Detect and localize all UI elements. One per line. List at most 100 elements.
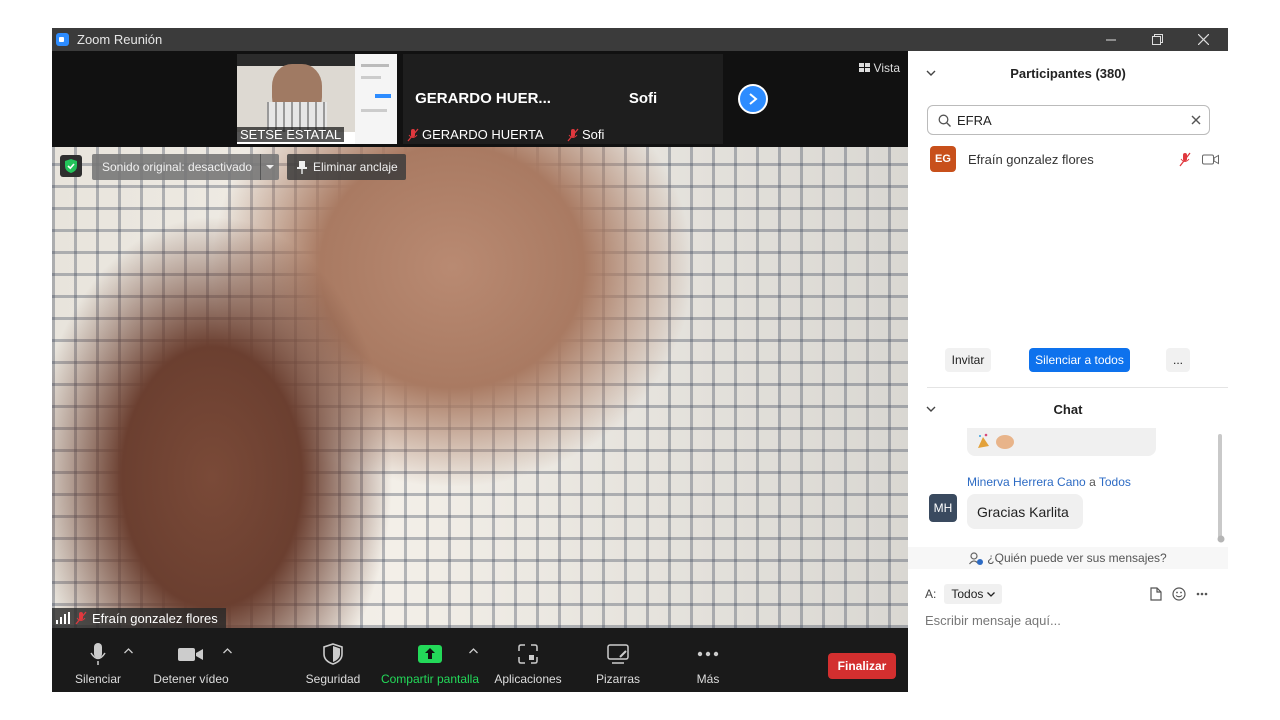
whiteboards-button[interactable]: Pizarras (588, 628, 648, 692)
shared-screen-preview (237, 54, 355, 132)
whiteboard-icon (607, 644, 629, 664)
recipient-select[interactable]: Todos (944, 584, 1003, 604)
thumbnail-name: Sofi (582, 127, 605, 142)
participant-row[interactable]: EG Efraín gonzalez flores (930, 146, 1220, 172)
celebration-emoji-icon (978, 433, 1014, 449)
file-icon[interactable] (1150, 587, 1162, 601)
window-title: Zoom Reunión (77, 32, 163, 47)
thumbnail-display-name: Sofi (628, 90, 658, 107)
zoom-app-icon (56, 33, 69, 46)
thumbnail-sofi[interactable]: Sofi Sofi (563, 54, 723, 144)
unpin-label: Eliminar anclaje (313, 160, 398, 174)
chevron-up-icon (124, 648, 133, 654)
original-sound-label: Sonido original: desactivado (102, 160, 253, 174)
participants-title: Participantes (380) (1010, 65, 1126, 81)
thumbnail-gerardo-huerta[interactable]: GERARDO HUER... GERARDO HUERTA (403, 54, 563, 144)
recipient-row: A: Todos (925, 583, 1215, 605)
chevron-down-icon (266, 164, 274, 169)
chevron-up-icon (469, 648, 478, 654)
collapse-chat-button[interactable] (926, 403, 936, 415)
meeting-toolbar: Silenciar Detener vídeo Seguridad Compar… (52, 628, 908, 692)
stop-video-button[interactable]: Detener vídeo (150, 628, 232, 692)
apps-label: Aplicaciones (494, 672, 562, 686)
recipient-value: Todos (951, 587, 984, 601)
more-dots-icon (697, 651, 719, 657)
share-options-caret[interactable] (469, 646, 478, 657)
avatar: MH (929, 494, 957, 522)
muted-mic-icon (75, 611, 87, 625)
mute-all-button[interactable]: Silenciar a todos (1029, 348, 1130, 372)
participants-more-button[interactable]: ... (1166, 348, 1190, 372)
close-icon (1191, 115, 1201, 125)
original-sound-dropdown[interactable] (260, 154, 279, 180)
collapse-participants-button[interactable] (926, 67, 936, 79)
video-camera-icon[interactable] (1202, 154, 1219, 165)
person-info-icon (969, 551, 984, 565)
shield-check-icon (65, 159, 77, 173)
signal-strength-icon (56, 612, 70, 624)
participants-header: Participantes (380) (908, 51, 1228, 95)
video-area: SETSE ESTATAL GERARDO HUER... GERARDO HU… (52, 51, 908, 692)
thumbnail-name: SETSE ESTATAL (240, 127, 342, 142)
shield-icon (323, 643, 343, 665)
more-button[interactable]: Más (680, 628, 736, 692)
speaker-name-tag: Efraín gonzalez flores (52, 608, 226, 628)
restore-icon (1151, 34, 1163, 45)
emoji-icon[interactable] (1172, 587, 1186, 601)
pin-icon (297, 160, 307, 174)
video-options-caret[interactable] (223, 646, 232, 657)
share-screen-button[interactable]: Compartir pantalla (378, 628, 482, 692)
panel-divider (927, 387, 1228, 388)
end-meeting-button[interactable]: Finalizar (828, 653, 896, 679)
mute-label: Silenciar (74, 672, 122, 686)
muted-mic-icon (567, 128, 579, 141)
close-window-button[interactable] (1180, 28, 1226, 51)
whiteboards-label: Pizarras (595, 672, 640, 686)
message-recipient[interactable]: Todos (1099, 475, 1131, 489)
chevron-down-icon (926, 406, 936, 412)
more-dots-icon[interactable] (1196, 592, 1208, 596)
share-screen-label: Compartir pantalla (380, 672, 480, 686)
security-button[interactable]: Seguridad (302, 628, 364, 692)
chat-message-input[interactable]: Escribir mensaje aquí... (925, 613, 1215, 628)
participants-actions: Invitar Silenciar a todos ... (908, 348, 1228, 374)
view-button[interactable]: Vista (858, 61, 900, 75)
participant-name: Efraín gonzalez flores (968, 151, 1094, 167)
original-sound-toggle[interactable]: Sonido original: desactivado (92, 154, 279, 180)
view-label: Vista (873, 61, 900, 75)
search-icon (938, 114, 951, 127)
more-label: Más (696, 672, 720, 686)
scrollbar-thumb-icon (1217, 535, 1225, 543)
video-camera-icon (178, 648, 203, 661)
side-panel: Participantes (380) EG Efraín gonzalez f… (908, 51, 1228, 692)
thumbnail-strip: SETSE ESTATAL GERARDO HUER... GERARDO HU… (52, 51, 908, 147)
restore-button[interactable] (1134, 28, 1180, 51)
message-sender[interactable]: Minerva Herrera Cano (967, 475, 1086, 489)
security-shield-badge[interactable] (60, 155, 82, 177)
thumbnail-display-name: GERARDO HUER... (415, 90, 551, 107)
next-page-button[interactable] (738, 84, 768, 114)
minimize-icon (1106, 39, 1116, 40)
unpin-button[interactable]: Eliminar anclaje (287, 154, 406, 180)
participant-search-box (927, 105, 1210, 135)
chevron-down-icon (987, 591, 996, 597)
share-screen-icon (418, 645, 442, 663)
clear-search-button[interactable] (1191, 112, 1201, 128)
chat-message-bubble: Gracias Karlita (967, 494, 1083, 529)
apps-button[interactable]: Aplicaciones (490, 628, 566, 692)
muted-mic-icon[interactable] (1179, 152, 1191, 167)
minimize-button[interactable] (1088, 28, 1134, 51)
participant-search-input[interactable] (957, 112, 1177, 128)
who-can-see-messages[interactable]: ¿Quién puede ver sus mensajes? (908, 547, 1228, 569)
chat-message-header: Minerva Herrera Cano a Todos (967, 475, 1131, 489)
chevron-up-icon (223, 648, 232, 654)
grid-view-icon (858, 63, 870, 72)
speaker-name: Efraín gonzalez flores (92, 610, 218, 626)
mute-button[interactable]: Silenciar (70, 628, 126, 692)
chat-scrollbar[interactable] (1218, 434, 1222, 540)
stop-video-label: Detener vídeo (153, 672, 229, 686)
title-bar: Zoom Reunión (52, 28, 1228, 51)
thumbnail-setse-estatal[interactable]: SETSE ESTATAL (237, 54, 397, 144)
audio-options-caret[interactable] (124, 646, 133, 657)
invite-button[interactable]: Invitar (945, 348, 991, 372)
